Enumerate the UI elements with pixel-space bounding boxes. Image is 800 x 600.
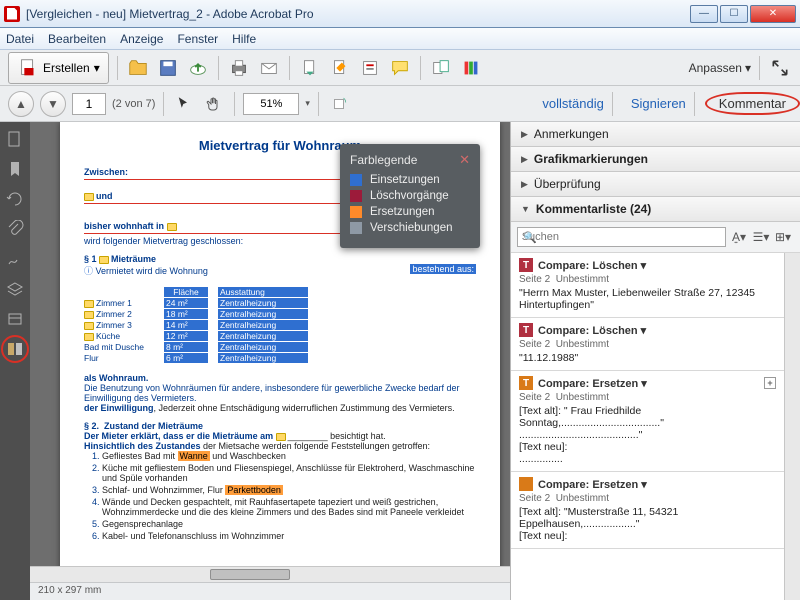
menubar: Datei Bearbeiten Anzeige Fenster Hilfe (0, 28, 800, 50)
highlight-ring (1, 335, 29, 363)
accordion-ueberpruefung[interactable]: ▶Überprüfung (511, 172, 800, 197)
comment-item[interactable]: TCompare: Löschen ▾Seite 2 Unbestimmt"11… (511, 318, 784, 371)
maximize-button[interactable]: ☐ (720, 5, 748, 23)
mode-comment-button[interactable]: Kommentar (713, 94, 792, 113)
color-icon[interactable] (459, 56, 483, 80)
pages-panel-icon[interactable] (6, 130, 24, 148)
open-icon[interactable] (126, 56, 150, 80)
page-down-button[interactable]: ▼ (40, 91, 66, 117)
note-icon[interactable] (99, 256, 109, 264)
page-total-label: (2 von 7) (112, 98, 155, 110)
comment-tool-icon[interactable] (388, 56, 412, 80)
window-titlebar: [Vergleichen - neu] Mietvertrag_2 - Adob… (0, 0, 800, 28)
select-tool-icon[interactable] (172, 92, 196, 116)
page-number-input[interactable] (72, 93, 106, 115)
search-icon: 🔍 (523, 231, 537, 244)
customize-button[interactable]: Anpassen ▾ (689, 61, 751, 75)
mode-sign-button[interactable]: Signieren (631, 96, 686, 111)
legend-item: Ersetzungen (350, 206, 470, 218)
comments-list[interactable]: TCompare: Löschen ▾Seite 2 Unbestimmt"He… (511, 253, 784, 600)
mode-full-button[interactable]: vollständig (542, 96, 603, 111)
comment-search-row: 🔍 A͍▾ ☰▾ ⊞▾ (511, 222, 800, 253)
minimize-button[interactable]: — (690, 5, 718, 23)
combine-icon[interactable] (429, 56, 453, 80)
hand-tool-icon[interactable] (202, 92, 226, 116)
options-icon[interactable]: ⊞▾ (774, 228, 792, 246)
expand-icon[interactable]: + (764, 377, 776, 389)
bookmarks-panel-icon[interactable] (6, 160, 24, 178)
page-up-button[interactable]: ▲ (8, 91, 34, 117)
comment-search-input[interactable] (517, 227, 726, 247)
comment-item[interactable]: TCompare: Löschen ▾Seite 2 Unbestimmt"He… (511, 253, 784, 318)
comment-item[interactable]: Compare: Ersetzen ▾Seite 2 Unbestimmt[Te… (511, 472, 784, 549)
sort-icon[interactable]: A͍▾ (730, 228, 748, 246)
note-icon[interactable] (84, 193, 94, 201)
attachments-panel-icon[interactable] (6, 220, 24, 238)
accordion-kommentarliste[interactable]: ▼Kommentarliste (24) (511, 197, 800, 222)
horizontal-scrollbar[interactable] (30, 566, 510, 582)
create-button[interactable]: Erstellen ▾ (8, 52, 109, 84)
filter-icon[interactable]: ☰▾ (752, 228, 770, 246)
toolbar-nav: ▲ ▼ (2 von 7) ▾ vollständig Signieren Ko… (0, 86, 800, 122)
left-sidebar (0, 122, 30, 600)
accordion-grafik[interactable]: ▶Grafikmarkierungen (511, 147, 800, 172)
menu-file[interactable]: Datei (6, 32, 34, 46)
layers-panel-icon[interactable] (6, 280, 24, 298)
create-pdf-icon (17, 57, 39, 79)
toolbar-main: Erstellen ▾ Anpassen ▾ (0, 50, 800, 86)
tags-panel-icon[interactable] (6, 310, 24, 328)
zoom-dropdown-icon[interactable]: ▾ (305, 98, 310, 109)
comment-item[interactable]: TCompare: Ersetzen ▾+Seite 2 Unbestimmt[… (511, 371, 784, 472)
menu-edit[interactable]: Bearbeiten (48, 32, 106, 46)
export-icon[interactable] (298, 56, 322, 80)
close-button[interactable]: ✕ (750, 5, 796, 23)
color-legend-popup[interactable]: Farblegende ✕ Einsetzungen Löschvorgänge Er… (340, 144, 480, 248)
legend-title: Farblegende (350, 153, 417, 167)
app-icon (4, 6, 20, 22)
statusbar: 210 x 297 mm (30, 582, 510, 600)
dropdown-icon: ▾ (94, 61, 100, 75)
note-icon[interactable] (167, 223, 177, 231)
form-icon[interactable] (358, 56, 382, 80)
save-icon[interactable] (156, 56, 180, 80)
fullscreen-icon[interactable] (768, 56, 792, 80)
window-title: [Vergleichen - neu] Mietvertrag_2 - Adob… (26, 7, 690, 21)
history-panel-icon[interactable] (6, 190, 24, 208)
note-icon[interactable] (276, 433, 286, 441)
edit-pdf-icon[interactable] (328, 56, 352, 80)
signatures-panel-icon[interactable] (6, 250, 24, 268)
zoom-select[interactable] (243, 93, 299, 115)
legend-item: Löschvorgänge (350, 190, 470, 202)
legend-item: Verschiebungen (350, 222, 470, 234)
menu-help[interactable]: Hilfe (232, 32, 256, 46)
accordion-anmerkungen[interactable]: ▶Anmerkungen (511, 122, 800, 147)
vertical-scrollbar[interactable] (784, 253, 800, 600)
cloud-icon[interactable] (186, 56, 210, 80)
legend-item: Einsetzungen (350, 174, 470, 186)
legend-close-icon[interactable]: ✕ (459, 152, 470, 168)
print-icon[interactable] (227, 56, 251, 80)
right-panel: ▶Anmerkungen ▶Grafikmarkierungen ▶Überpr… (510, 122, 800, 600)
menu-window[interactable]: Fenster (177, 32, 218, 46)
menu-view[interactable]: Anzeige (120, 32, 163, 46)
email-icon[interactable] (257, 56, 281, 80)
create-label: Erstellen (43, 61, 90, 75)
rotate-icon[interactable] (327, 92, 351, 116)
